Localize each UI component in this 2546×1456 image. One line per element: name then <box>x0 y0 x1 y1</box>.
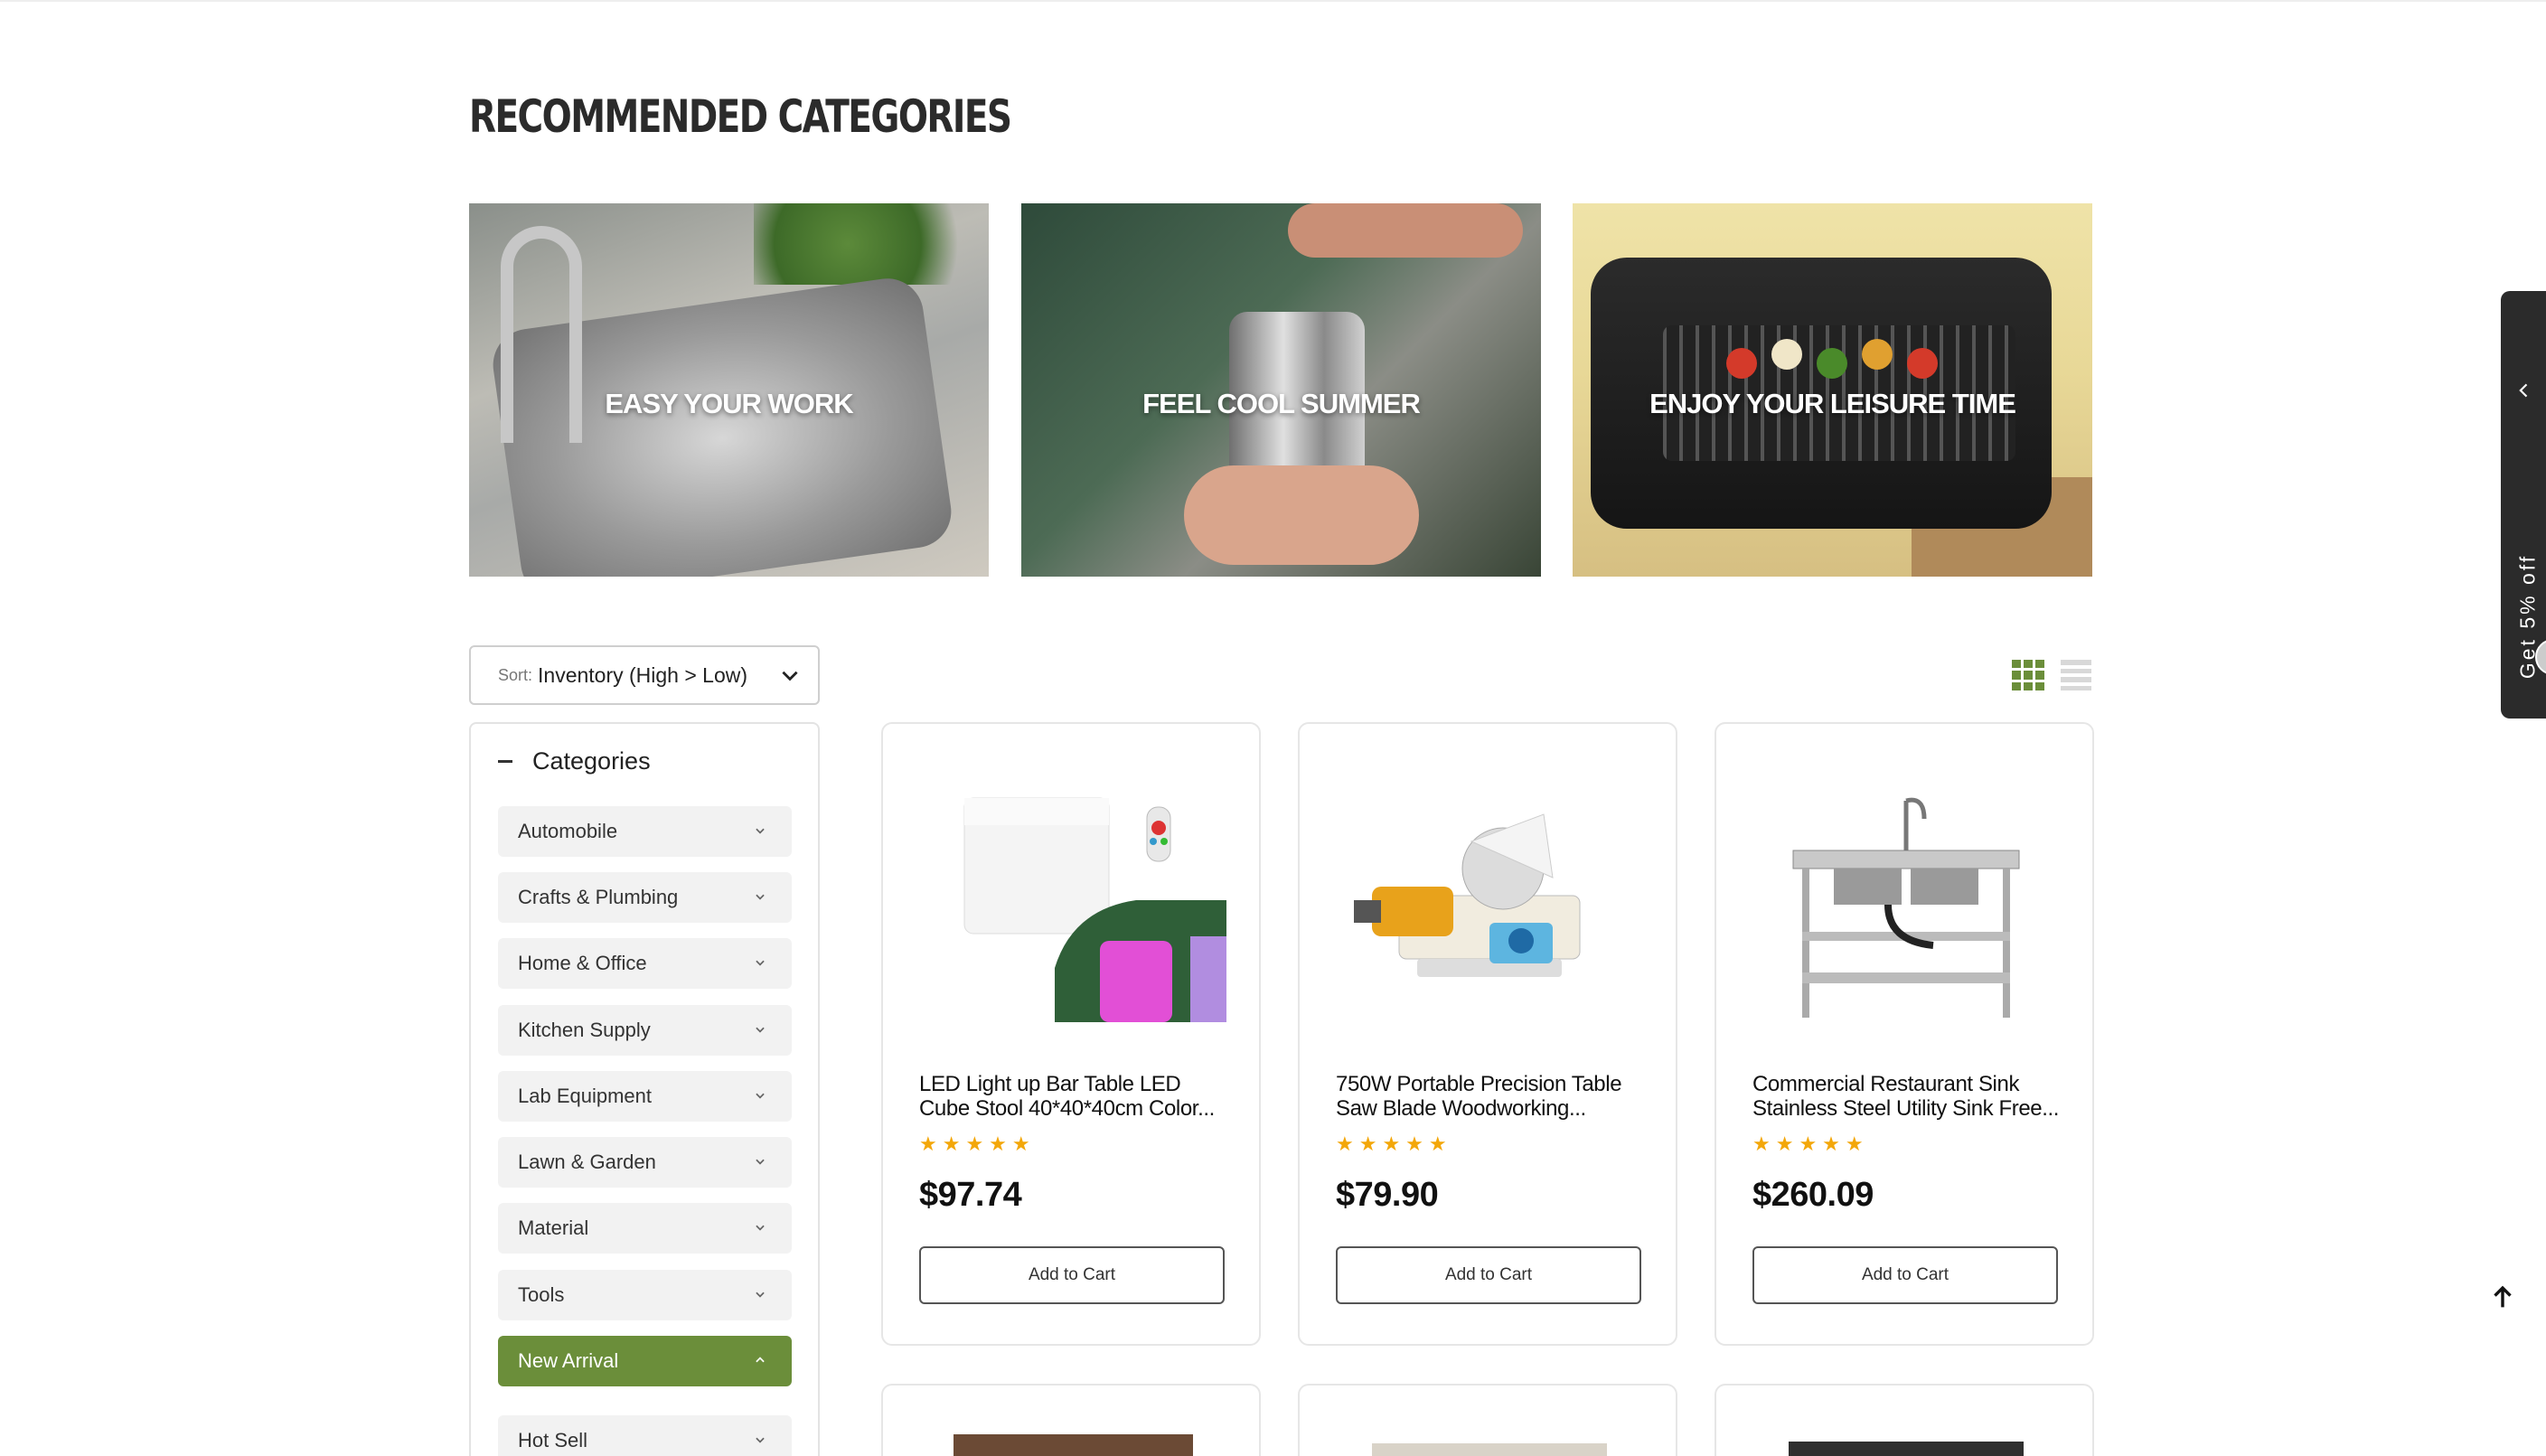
list-view-icon[interactable] <box>2061 660 2091 690</box>
sidebar-item-hot-sell[interactable]: Hot Sell <box>498 1415 792 1456</box>
chevron-down-icon <box>782 671 798 681</box>
product-card[interactable] <box>1298 1384 1677 1456</box>
rating-stars: ★★★★★ <box>1752 1132 1869 1155</box>
banner-easy-your-work[interactable]: EASY YOUR WORK <box>469 203 989 577</box>
product-title[interactable]: LED Light up Bar Table LED Cube Stool 40… <box>919 1072 1231 1121</box>
restaurant-sink-image <box>1792 797 2020 1018</box>
sidebar-item-new-arrival[interactable]: New Arrival <box>498 1336 792 1386</box>
sort-prefix: Sort: <box>498 665 533 684</box>
sort-value: Inventory (High > Low) <box>538 662 748 687</box>
arrow-up-icon[interactable] <box>2487 1282 2518 1312</box>
sidebar-item-label: Crafts & Plumbing <box>518 886 679 908</box>
chevron-up-icon <box>756 1357 765 1363</box>
chevron-down-icon <box>756 1159 765 1165</box>
table-saw-image <box>1354 813 1581 977</box>
minus-icon <box>498 760 512 763</box>
sidebar-item-lab-equipment[interactable]: Lab Equipment <box>498 1071 792 1122</box>
product-title[interactable]: 750W Portable Precision Table Saw Blade … <box>1336 1072 1648 1121</box>
sidebar-item-label: Hot Sell <box>518 1429 588 1451</box>
chevron-down-icon <box>756 1027 765 1033</box>
section-title: RECOMMENDED CATEGORIES <box>469 90 1012 143</box>
chevron-left-icon[interactable] <box>2515 381 2533 399</box>
sidebar-item-material[interactable]: Material <box>498 1203 792 1254</box>
sidebar-item-label: Kitchen Supply <box>518 1019 651 1041</box>
add-to-cart-button[interactable]: Add to Cart <box>1336 1246 1641 1304</box>
grid-view-icon[interactable] <box>2012 660 2044 690</box>
sort-dropdown[interactable]: Sort: Inventory (High > Low) <box>469 645 820 705</box>
banner-label: FEEL COOL SUMMER <box>1142 387 1421 419</box>
product-image <box>1789 1442 2024 1456</box>
sidebar-item-lawn-garden[interactable]: Lawn & Garden <box>498 1137 792 1188</box>
sidebar-item-label: Material <box>518 1216 589 1239</box>
sidebar-item-label: Automobile <box>518 820 618 842</box>
product-image <box>1372 1443 1607 1456</box>
product-price: $260.09 <box>1752 1176 1874 1214</box>
led-cube-stool-image <box>963 797 1226 1022</box>
sidebar-item-label: Lawn & Garden <box>518 1151 656 1173</box>
add-to-cart-button[interactable]: Add to Cart <box>919 1246 1225 1304</box>
product-price: $79.90 <box>1336 1176 1439 1214</box>
banner-label: EASY YOUR WORK <box>605 387 853 419</box>
categories-heading: Categories <box>532 747 651 775</box>
sidebar-item-crafts-plumbing[interactable]: Crafts & Plumbing <box>498 872 792 923</box>
sidebar-item-label: Tools <box>518 1283 565 1306</box>
sidebar-item-tools[interactable]: Tools <box>498 1270 792 1320</box>
sidebar-item-label: Home & Office <box>518 952 647 974</box>
banner-enjoy-leisure-time[interactable]: ENJOY YOUR LEISURE TIME <box>1573 203 2092 577</box>
sidebar-item-label: Lab Equipment <box>518 1085 652 1107</box>
categories-toggle[interactable]: Categories <box>498 747 651 775</box>
chevron-down-icon <box>756 1225 765 1231</box>
banner-feel-cool-summer[interactable]: FEEL COOL SUMMER <box>1021 203 1541 577</box>
discount-side-tab[interactable]: Get 5% off <box>2501 291 2546 719</box>
product-card[interactable]: Commercial Restaurant Sink Stainless Ste… <box>1715 722 2094 1346</box>
category-sidebar: Categories Automobile Crafts & Plumbing … <box>469 722 820 1456</box>
product-card[interactable]: 750W Portable Precision Table Saw Blade … <box>1298 722 1677 1346</box>
chevron-down-icon <box>756 894 765 900</box>
chevron-down-icon <box>756 828 765 834</box>
chevron-down-icon <box>756 1292 765 1298</box>
banner-label: ENJOY YOUR LEISURE TIME <box>1649 387 2016 419</box>
product-card[interactable]: LED Light up Bar Table LED Cube Stool 40… <box>881 722 1261 1346</box>
sidebar-item-label: New Arrival <box>518 1349 619 1372</box>
product-card[interactable] <box>1715 1384 2094 1456</box>
chevron-down-icon <box>756 1437 765 1443</box>
rating-stars: ★★★★★ <box>1336 1132 1452 1155</box>
add-to-cart-button[interactable]: Add to Cart <box>1752 1246 2058 1304</box>
rating-stars: ★★★★★ <box>919 1132 1036 1155</box>
sidebar-item-kitchen-supply[interactable]: Kitchen Supply <box>498 1005 792 1056</box>
chevron-down-icon <box>756 960 765 966</box>
sidebar-item-home-office[interactable]: Home & Office <box>498 938 792 989</box>
product-title[interactable]: Commercial Restaurant Sink Stainless Ste… <box>1752 1072 2064 1121</box>
sidebar-item-automobile[interactable]: Automobile <box>498 806 792 857</box>
product-image <box>954 1434 1193 1456</box>
chevron-down-icon <box>756 1093 765 1099</box>
top-divider <box>0 0 2546 2</box>
product-price: $97.74 <box>919 1176 1022 1214</box>
product-card[interactable] <box>881 1384 1261 1456</box>
